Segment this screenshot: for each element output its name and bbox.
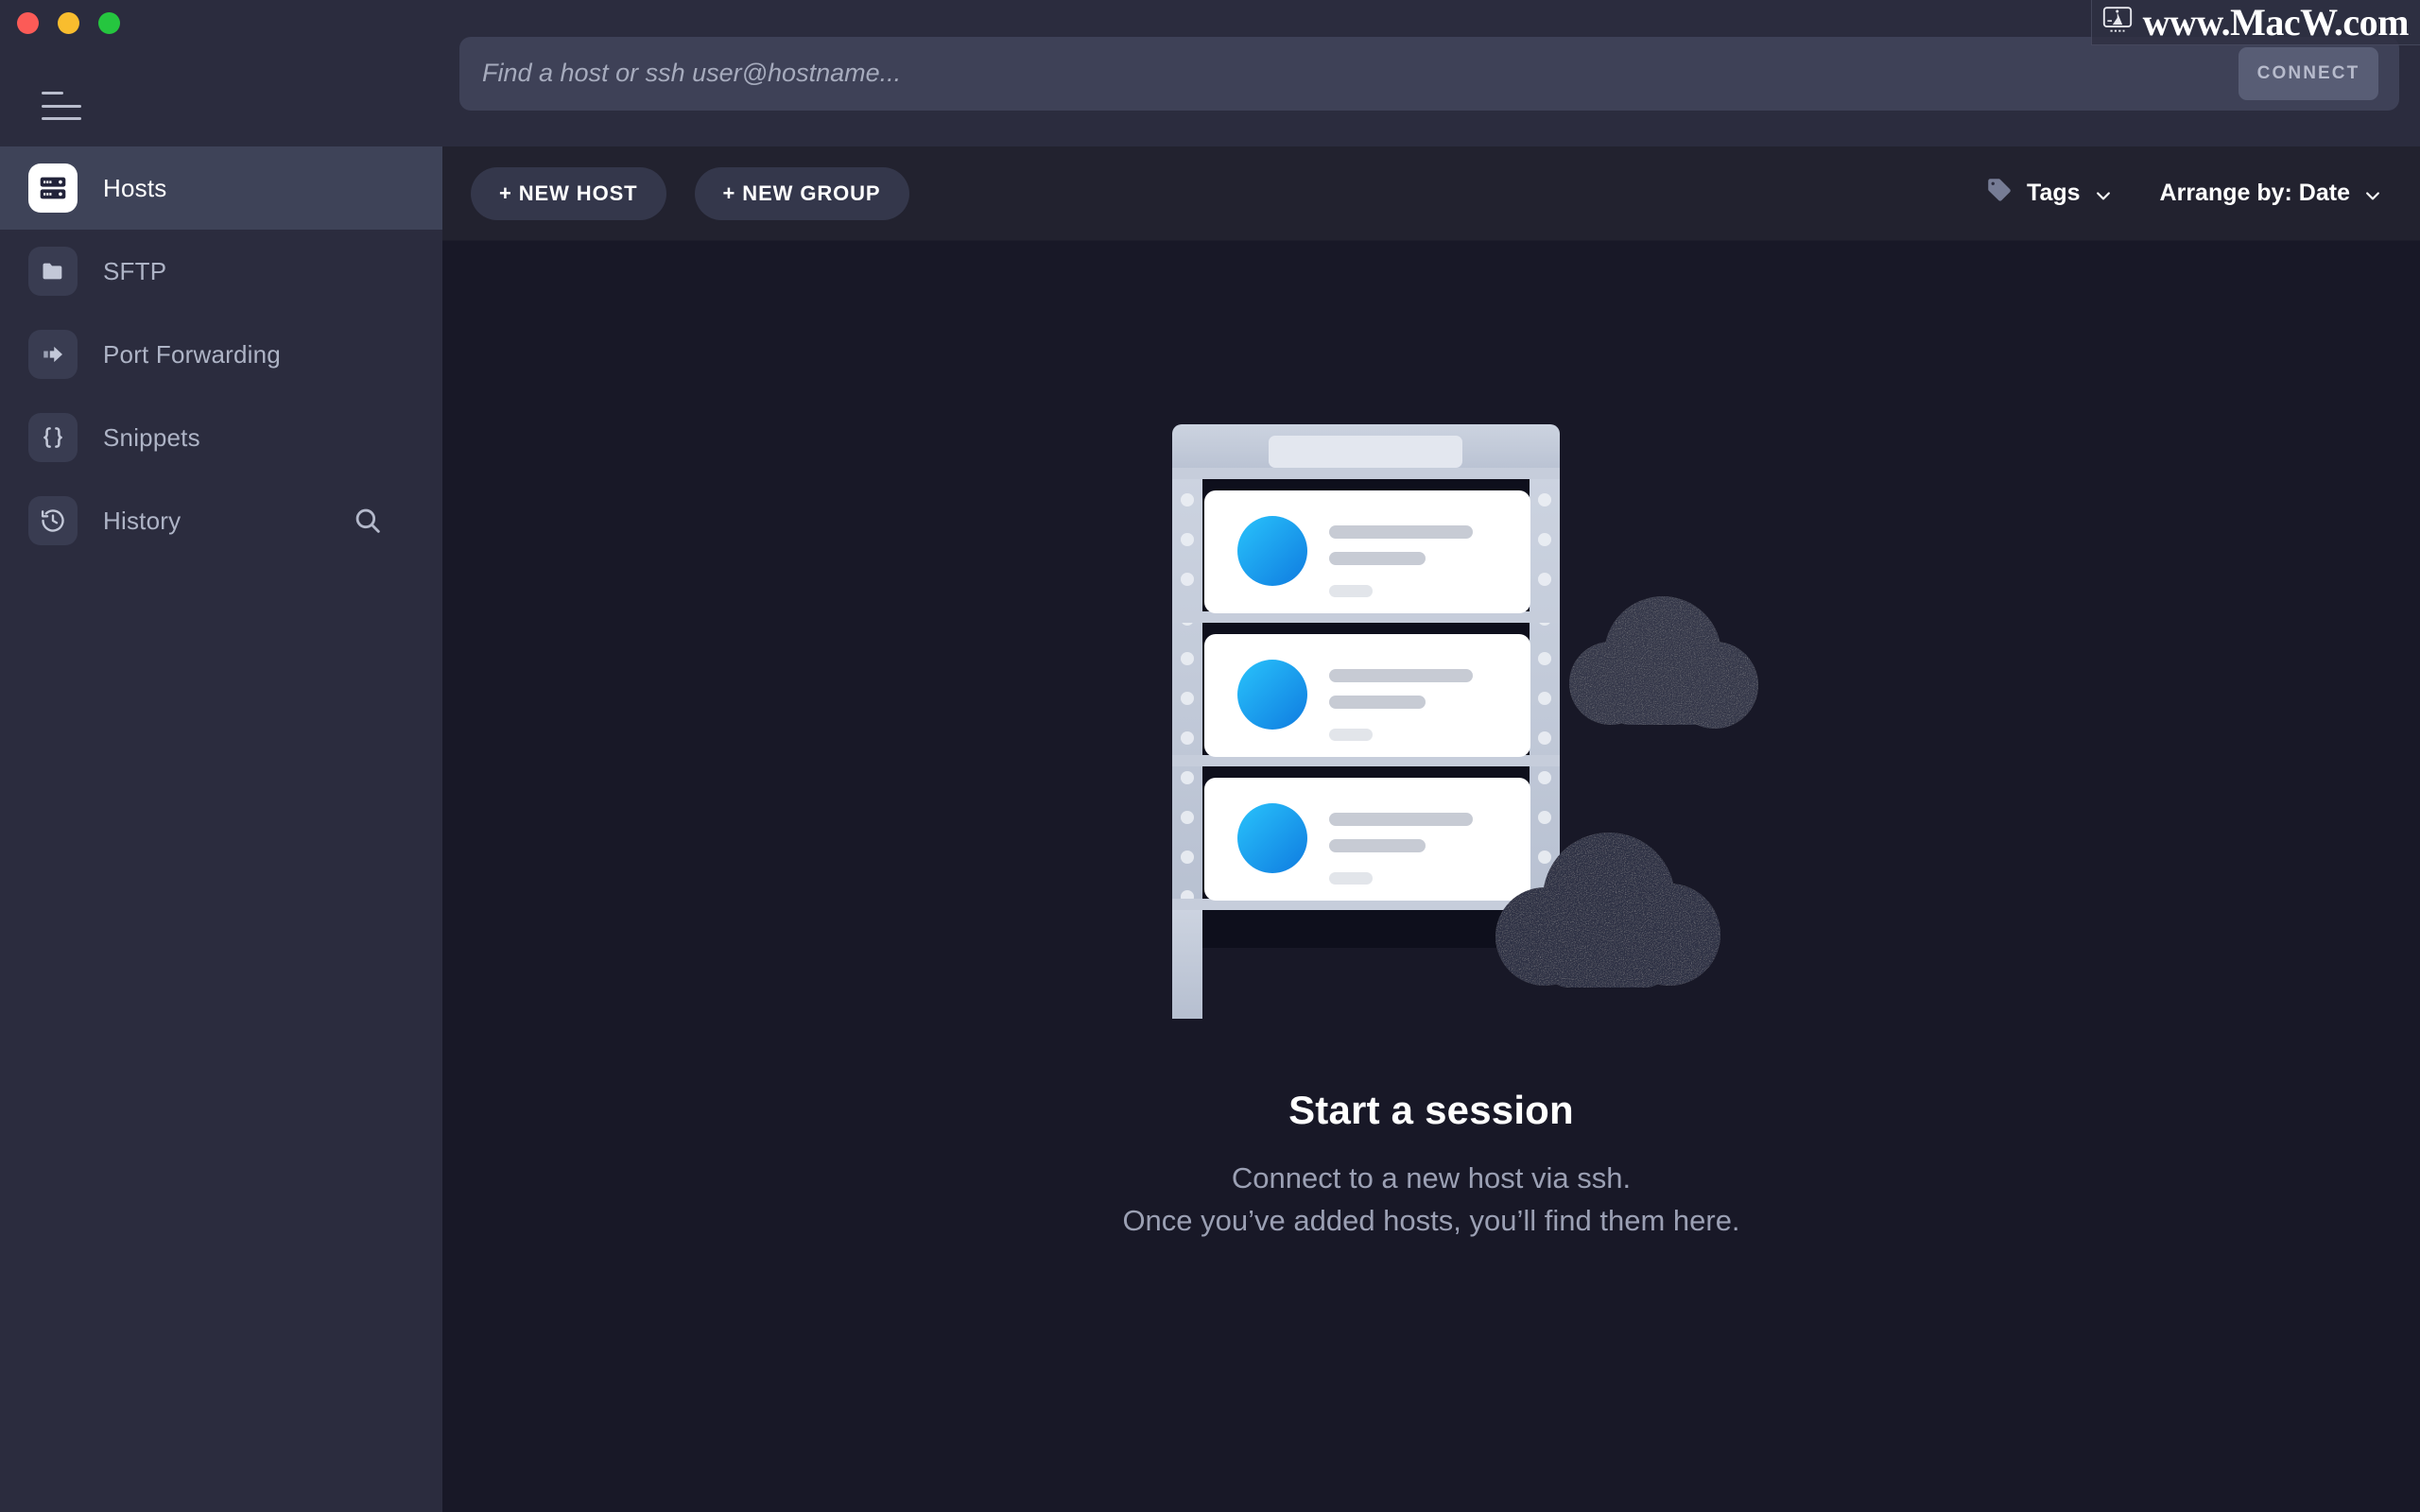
- curly-braces-icon: [28, 413, 78, 462]
- connect-button[interactable]: CONNECT: [2238, 46, 2378, 100]
- chevron-down-icon: [2363, 184, 2382, 203]
- sidebar-item-port-forwarding[interactable]: Port Forwarding: [0, 313, 442, 396]
- empty-state-description: Connect to a new host via ssh. Once you’…: [1122, 1158, 1739, 1241]
- minimize-window-button[interactable]: [58, 12, 79, 34]
- tags-label: Tags: [2027, 180, 2081, 206]
- sidebar-item-hosts[interactable]: Hosts: [0, 146, 442, 230]
- new-group-button[interactable]: + NEW GROUP: [694, 166, 909, 220]
- search-box[interactable]: CONNECT: [459, 36, 2399, 111]
- forward-arrow-icon: [28, 330, 78, 379]
- empty-state: Start a session Connect to a new host vi…: [442, 241, 2420, 1512]
- server-card: [1204, 634, 1530, 758]
- page-title: Start a session: [1288, 1088, 1574, 1133]
- sidebar-item-label: Port Forwarding: [103, 339, 281, 369]
- empty-state-line-2: Once you’ve added hosts, you’ll find the…: [1122, 1203, 1740, 1237]
- sidebar-item-label: Hosts: [103, 173, 167, 202]
- clock-history-icon: [28, 496, 78, 545]
- sidebar-item-snippets[interactable]: Snippets: [0, 396, 442, 479]
- tag-icon: [1985, 176, 2014, 211]
- traffic-lights: [17, 12, 120, 34]
- sidebar-item-history[interactable]: History: [0, 479, 442, 562]
- sidebar-nav: Hosts SFTP Port Forwarding Snippets Hist…: [0, 146, 442, 562]
- search-input[interactable]: [482, 59, 2377, 88]
- toolbar-right: Tags Arrange by: Date: [1985, 176, 2382, 211]
- sidebar-item-sftp[interactable]: SFTP: [0, 230, 442, 313]
- sidebar-item-label: SFTP: [103, 256, 167, 285]
- zoom-window-button[interactable]: [98, 12, 120, 34]
- monitor-icon: [2101, 6, 2134, 39]
- watermark-text: www.MacW.com: [2142, 0, 2410, 43]
- sidebar: Hosts SFTP Port Forwarding Snippets Hist…: [0, 0, 442, 1512]
- server-rack-illustration: [1053, 407, 1809, 1059]
- close-window-button[interactable]: [17, 12, 39, 34]
- new-host-button[interactable]: + NEW HOST: [471, 166, 666, 220]
- chevron-down-icon: [2094, 184, 2113, 203]
- arrange-by-dropdown[interactable]: Arrange by: Date: [2160, 180, 2382, 207]
- app-window: Hosts SFTP Port Forwarding Snippets Hist…: [0, 0, 2420, 1512]
- server-card: [1204, 490, 1530, 614]
- server-rack-icon: [28, 163, 78, 213]
- toolbar: + NEW HOST + NEW GROUP Tags Arrange by: …: [442, 146, 2420, 241]
- watermark: www.MacW.com: [2090, 0, 2420, 45]
- sidebar-item-label: Snippets: [103, 422, 200, 452]
- search-icon[interactable]: [352, 505, 384, 537]
- title-bar: [0, 0, 442, 146]
- sidebar-item-label: History: [103, 506, 182, 535]
- folder-icon: [28, 247, 78, 296]
- tags-filter[interactable]: Tags: [1985, 176, 2113, 211]
- arrange-by-label: Arrange by: Date: [2159, 180, 2350, 206]
- server-card: [1204, 778, 1530, 902]
- main-panel: CONNECT + NEW HOST + NEW GROUP Tags: [442, 0, 2420, 1512]
- empty-state-line-1: Connect to a new host via ssh.: [1231, 1161, 1632, 1195]
- menu-icon[interactable]: [42, 92, 81, 120]
